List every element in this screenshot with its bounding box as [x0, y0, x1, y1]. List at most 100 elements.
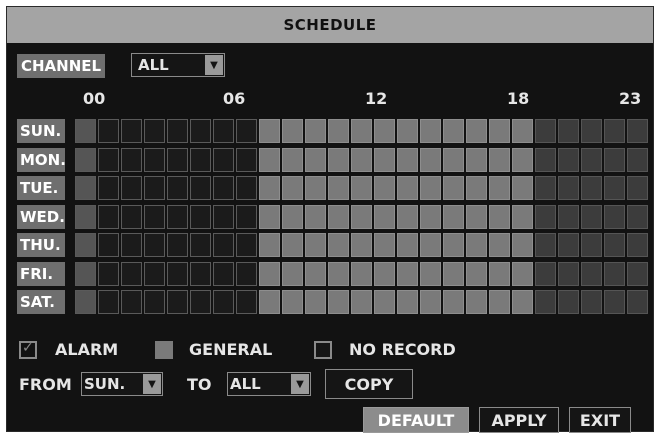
hour-cell[interactable]	[374, 290, 395, 314]
hour-cell[interactable]	[190, 290, 211, 314]
hour-cell[interactable]	[512, 119, 533, 143]
hour-cell[interactable]	[351, 148, 372, 172]
hour-cell[interactable]	[121, 233, 142, 257]
hour-cell[interactable]	[351, 290, 372, 314]
hour-cell[interactable]	[259, 262, 280, 286]
hour-cell[interactable]	[144, 148, 165, 172]
hour-cell[interactable]	[305, 148, 326, 172]
hour-cell[interactable]	[535, 205, 556, 229]
hour-cell[interactable]	[75, 290, 96, 314]
hour-cell[interactable]	[282, 148, 303, 172]
hour-cell[interactable]	[397, 262, 418, 286]
hour-cell[interactable]	[443, 262, 464, 286]
hour-cell[interactable]	[305, 119, 326, 143]
hour-cell[interactable]	[167, 290, 188, 314]
hour-cell[interactable]	[374, 119, 395, 143]
hour-cell[interactable]	[627, 233, 648, 257]
default-button[interactable]: DEFAULT	[363, 407, 469, 433]
hour-cell[interactable]	[604, 119, 625, 143]
hour-cell[interactable]	[397, 205, 418, 229]
hour-cell[interactable]	[420, 233, 441, 257]
hour-cell[interactable]	[581, 290, 602, 314]
hour-cell[interactable]	[213, 148, 234, 172]
hour-cell[interactable]	[397, 290, 418, 314]
hour-cell[interactable]	[167, 176, 188, 200]
hour-cell[interactable]	[213, 205, 234, 229]
hour-cell[interactable]	[466, 119, 487, 143]
hour-cell[interactable]	[420, 176, 441, 200]
hour-cell[interactable]	[535, 176, 556, 200]
hour-cell[interactable]	[512, 176, 533, 200]
hour-cell[interactable]	[305, 262, 326, 286]
hour-cell[interactable]	[75, 205, 96, 229]
hour-cell[interactable]	[535, 262, 556, 286]
hour-cell[interactable]	[558, 119, 579, 143]
hour-cell[interactable]	[604, 176, 625, 200]
hour-cell[interactable]	[627, 205, 648, 229]
hour-cell[interactable]	[512, 233, 533, 257]
hour-cell[interactable]	[75, 119, 96, 143]
hour-cell[interactable]	[282, 233, 303, 257]
hour-cell[interactable]	[535, 290, 556, 314]
hour-cell[interactable]	[535, 233, 556, 257]
hour-cell[interactable]	[282, 205, 303, 229]
hour-cell[interactable]	[581, 233, 602, 257]
hour-cell[interactable]	[75, 176, 96, 200]
hour-cell[interactable]	[351, 205, 372, 229]
hour-cell[interactable]	[98, 290, 119, 314]
hour-cell[interactable]	[213, 290, 234, 314]
hour-cell[interactable]	[259, 176, 280, 200]
hour-cell[interactable]	[604, 148, 625, 172]
hour-cell[interactable]	[512, 205, 533, 229]
hour-cell[interactable]	[351, 176, 372, 200]
apply-button[interactable]: APPLY	[479, 407, 559, 433]
hour-cell[interactable]	[259, 205, 280, 229]
hour-cell[interactable]	[259, 148, 280, 172]
hour-cell[interactable]	[581, 262, 602, 286]
hour-cell[interactable]	[259, 290, 280, 314]
hour-cell[interactable]	[98, 233, 119, 257]
hour-cell[interactable]	[236, 205, 257, 229]
hour-cell[interactable]	[420, 290, 441, 314]
hour-cell[interactable]	[604, 205, 625, 229]
hour-cell[interactable]	[420, 262, 441, 286]
hour-cell[interactable]	[466, 290, 487, 314]
hour-cell[interactable]	[443, 290, 464, 314]
hour-cell[interactable]	[627, 262, 648, 286]
hour-cell[interactable]	[167, 119, 188, 143]
hour-cell[interactable]	[374, 233, 395, 257]
hour-cell[interactable]	[282, 119, 303, 143]
no-record-legend-checkbox[interactable]	[314, 341, 332, 359]
hour-cell[interactable]	[558, 290, 579, 314]
hour-cell[interactable]	[512, 148, 533, 172]
hour-cell[interactable]	[236, 119, 257, 143]
hour-cell[interactable]	[121, 176, 142, 200]
hour-cell[interactable]	[604, 233, 625, 257]
hour-cell[interactable]	[558, 148, 579, 172]
hour-cell[interactable]	[144, 205, 165, 229]
hour-cell[interactable]	[213, 233, 234, 257]
hour-cell[interactable]	[328, 233, 349, 257]
hour-cell[interactable]	[443, 233, 464, 257]
hour-cell[interactable]	[351, 233, 372, 257]
hour-cell[interactable]	[144, 233, 165, 257]
hour-cell[interactable]	[489, 262, 510, 286]
general-legend-swatch[interactable]	[155, 341, 173, 359]
exit-button[interactable]: EXIT	[569, 407, 631, 433]
hour-cell[interactable]	[236, 233, 257, 257]
hour-cell[interactable]	[558, 176, 579, 200]
hour-cell[interactable]	[328, 148, 349, 172]
hour-cell[interactable]	[466, 176, 487, 200]
hour-cell[interactable]	[121, 148, 142, 172]
hour-cell[interactable]	[305, 176, 326, 200]
hour-cell[interactable]	[466, 233, 487, 257]
copy-button[interactable]: COPY	[325, 369, 413, 399]
hour-cell[interactable]	[328, 176, 349, 200]
hour-cell[interactable]	[374, 148, 395, 172]
hour-cell[interactable]	[236, 176, 257, 200]
hour-cell[interactable]	[581, 119, 602, 143]
hour-cell[interactable]	[75, 148, 96, 172]
hour-cell[interactable]	[98, 205, 119, 229]
hour-cell[interactable]	[604, 290, 625, 314]
hour-cell[interactable]	[213, 176, 234, 200]
